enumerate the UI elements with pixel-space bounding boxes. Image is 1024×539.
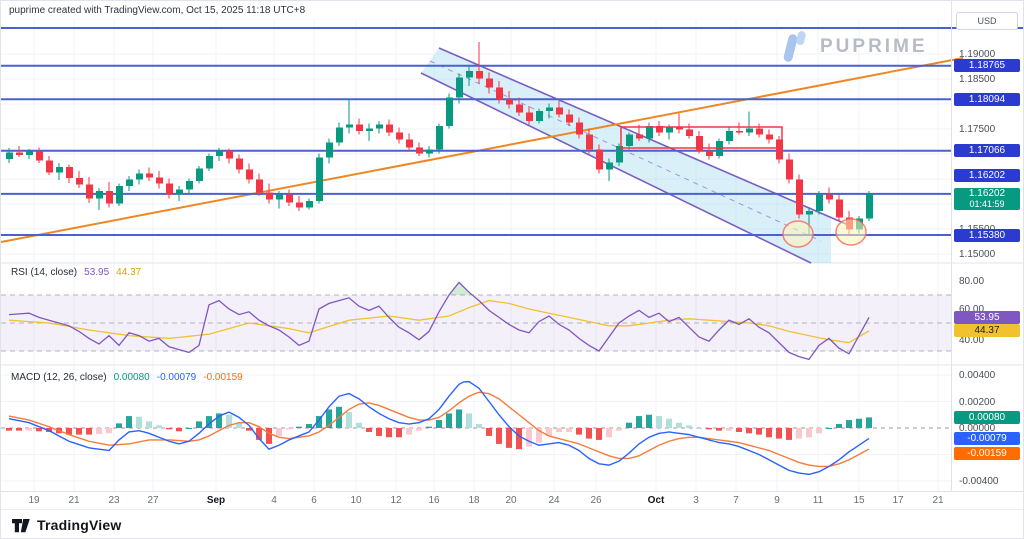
time-tick: 16 bbox=[428, 495, 439, 506]
chart-canvas[interactable] bbox=[1, 1, 1024, 539]
time-tick-month: Sep bbox=[207, 495, 225, 506]
time-tick: 12 bbox=[390, 495, 401, 506]
current-price-value: 1.16202 bbox=[954, 188, 1020, 199]
time-tick: 17 bbox=[892, 495, 903, 506]
time-tick-month: Oct bbox=[648, 495, 665, 506]
bar-countdown: 01:41:59 bbox=[954, 199, 1020, 209]
price-line-badge: 1.18094 bbox=[954, 93, 1020, 106]
rsi-legend-title: RSI (14, close) bbox=[11, 267, 77, 278]
time-tick: 20 bbox=[505, 495, 516, 506]
tradingview-logo-text[interactable]: TradingView bbox=[37, 517, 121, 533]
macd-legend[interactable]: MACD (12, 26, close) 0.00080 -0.00079 -0… bbox=[11, 372, 243, 383]
rsi-pane bbox=[1, 282, 951, 359]
time-tick: 10 bbox=[350, 495, 361, 506]
time-tick: 9 bbox=[774, 495, 780, 506]
currency-badge[interactable]: USD bbox=[956, 12, 1018, 30]
time-tick: 23 bbox=[108, 495, 119, 506]
time-tick: 27 bbox=[147, 495, 158, 506]
price-line-badge: 1.16202 bbox=[954, 169, 1020, 182]
price-line-badge: 1.17066 bbox=[954, 144, 1020, 157]
macd-axis-tick: 0.00400 bbox=[959, 370, 995, 381]
puprime-logo-icon bbox=[781, 28, 811, 66]
footer-bar: TradingView bbox=[1, 509, 1024, 539]
tradingview-chart-window: puprime created with TradingView.com, Oc… bbox=[0, 0, 1024, 539]
time-tick: 26 bbox=[590, 495, 601, 506]
price-axis[interactable]: USD 1.190001.185001.175001.155001.150001… bbox=[951, 1, 1024, 491]
price-axis-tick: 1.18500 bbox=[959, 74, 995, 85]
time-tick: 7 bbox=[733, 495, 739, 506]
price-line-badge: 1.18765 bbox=[954, 59, 1020, 72]
macd-value-badge: -0.00079 bbox=[954, 432, 1020, 445]
double-bottom-circle-drawing[interactable] bbox=[836, 219, 866, 245]
macd-legend-title: MACD (12, 26, close) bbox=[11, 372, 107, 383]
time-tick: 18 bbox=[468, 495, 479, 506]
time-tick: 21 bbox=[932, 495, 943, 506]
current-price-badge: 1.1620201:41:59 bbox=[954, 188, 1020, 210]
rsi-value-badge: 44.37 bbox=[954, 324, 1020, 337]
price-axis-tick: 1.17500 bbox=[959, 124, 995, 135]
double-bottom-circle-drawing[interactable] bbox=[783, 221, 813, 247]
time-tick: 11 bbox=[813, 495, 823, 506]
macd-line-value: -0.00079 bbox=[157, 372, 196, 383]
macd-signal-value: -0.00159 bbox=[203, 372, 242, 383]
price-axis-tick: 1.15000 bbox=[959, 249, 995, 260]
time-tick: 24 bbox=[548, 495, 559, 506]
macd-axis-tick: 0.00200 bbox=[959, 397, 995, 408]
time-tick: 19 bbox=[28, 495, 39, 506]
attribution-text: puprime created with TradingView.com, Oc… bbox=[9, 5, 305, 16]
puprime-watermark: PUPRIME bbox=[781, 28, 928, 66]
rsi-value-badge: 53.95 bbox=[954, 311, 1020, 324]
price-line-badge: 1.15380 bbox=[954, 229, 1020, 242]
macd-pane bbox=[1, 382, 951, 475]
macd-axis-tick: -0.00400 bbox=[959, 476, 998, 487]
time-axis[interactable]: 19 21 23 27 Sep 4 6 10 12 16 18 20 24 26 Oct 3 7 9 11 15 17 2… bbox=[1, 491, 1024, 510]
time-tick: 21 bbox=[68, 495, 79, 506]
rsi-axis-tick: 80.00 bbox=[959, 276, 984, 287]
rsi-legend[interactable]: RSI (14, close) 53.95 44.37 bbox=[11, 267, 141, 278]
rsi-value: 53.95 bbox=[84, 267, 109, 278]
macd-value-badge: 0.00080 bbox=[954, 411, 1020, 424]
time-tick: 6 bbox=[311, 495, 317, 506]
puprime-watermark-text: PUPRIME bbox=[820, 36, 928, 58]
time-tick: 4 bbox=[271, 495, 277, 506]
rsi-ma-value: 44.37 bbox=[116, 267, 141, 278]
macd-hist-value: 0.00080 bbox=[114, 372, 150, 383]
tradingview-logo-icon[interactable] bbox=[11, 517, 31, 534]
time-tick: 15 bbox=[853, 495, 864, 506]
macd-value-badge: -0.00159 bbox=[954, 447, 1020, 460]
time-tick: 3 bbox=[693, 495, 699, 506]
